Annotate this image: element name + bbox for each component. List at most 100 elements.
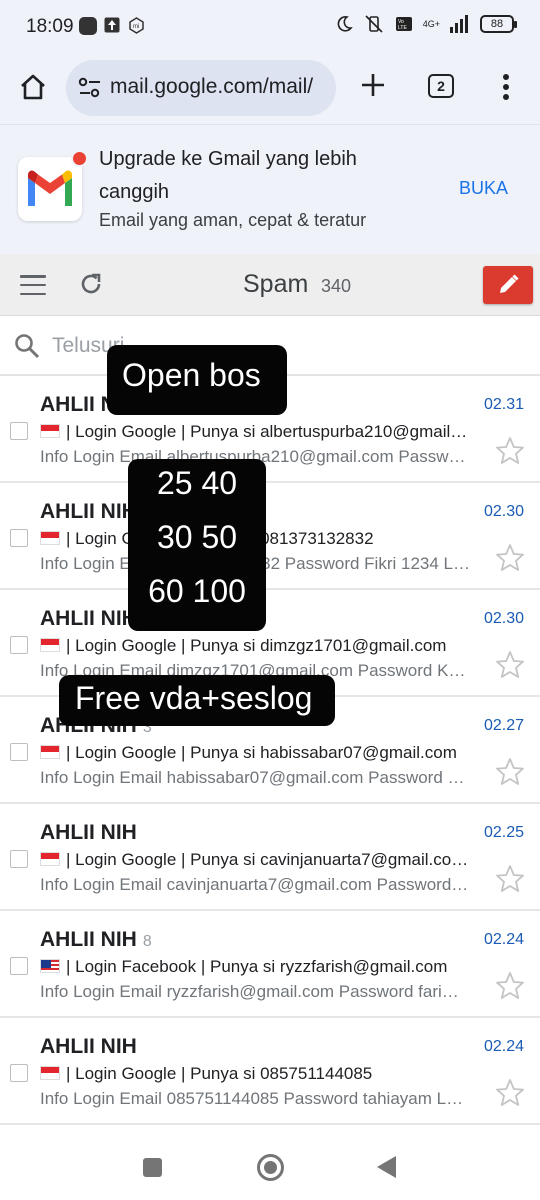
mail-item[interactable]: AHLII NIH 8 02.24 | Login Facebook | Puny… [0,911,540,1018]
network-type: 4G+ [422,18,440,29]
url-text: mail.google.com/mail/ [110,75,314,98]
address-bar[interactable]: mail.google.com/mail/ [66,60,336,116]
mail-sender: AHLII NIH [40,821,143,845]
mail-sender: AHLII NIH [40,1035,143,1059]
recents-button[interactable] [143,1158,162,1177]
price-line: 30 50 [156,519,238,555]
mail-sender: AHLII NIH 8 [40,928,152,952]
sender-name: AHLII NIH [40,607,137,630]
home-nav-button[interactable] [257,1154,284,1181]
indonesia-flag-icon [40,531,60,545]
mail-time: 02.31 [483,396,524,413]
thread-count: 8 [142,933,152,950]
menu-dot [503,74,509,80]
tab-switcher-button[interactable]: 2 [428,74,454,98]
star-icon[interactable] [495,436,525,466]
mail-time: 02.25 [483,824,524,841]
indonesia-flag-icon [40,1066,60,1080]
subject-text: | Login Facebook | Punya si ryzzfarish@g… [66,957,448,976]
mail-subject: | Login Google | Punya si habissabar07@g… [40,743,480,763]
mail-item[interactable]: AHLII NIH 02.24 | Login Google | Punya s… [0,1018,540,1125]
mail-subject: | Login Facebook | Punya si ryzzfarish@g… [40,957,480,977]
refresh-icon[interactable] [78,271,104,297]
menu-dot [503,94,509,100]
mail-time: 02.27 [483,717,524,734]
star-icon[interactable] [495,1078,525,1108]
battery-level: 88 [490,18,504,30]
folder-title: Spam [243,270,309,298]
mail-time: 02.30 [483,610,524,627]
star-icon[interactable] [495,864,525,894]
do-not-disturb-moon-icon [337,16,353,32]
status-bar: 18:09 mi Vo LTE 4G+ 88 [0,0,540,54]
price-line: 25 40 [156,465,238,501]
gmail-m-icon [28,170,72,206]
menu-dot [503,84,509,90]
subject-text: | Login Google | Punya si albertuspurba2… [66,422,468,441]
hamburger-menu-icon[interactable] [20,275,46,295]
new-tab-button[interactable] [356,68,390,102]
overlay-free-text: Free vda+seslog [59,675,335,726]
mail-subject: | Login Google | Punya si dimzgz1701@gma… [40,636,480,656]
overlay-open-text: Open bos [107,345,287,415]
svg-text:mi: mi [133,24,139,30]
browser-menu-button[interactable] [496,70,516,104]
subject-text: | Login Google | Punya si cavinjanuarta7… [66,850,469,869]
malaysia-flag-icon [40,959,60,973]
mail-item[interactable]: AHLII NIH 02.25 | Login Google | Punya s… [0,804,540,911]
mail-subject: | Login Google | Punya si 085751144085 [40,1064,480,1084]
mail-snippet: Info Login Email cavinjanuarta7@gmail.co… [40,875,469,894]
mail-snippet: Info Login Email ryzzfarish@gmail.com Pa… [40,982,459,1001]
battery-indicator: 88 [480,15,517,33]
signal-icon [450,15,468,33]
gmail-header: Spam 340 [0,254,540,316]
mail-time: 02.24 [483,1038,524,1055]
sender-name: AHLII NIH [40,500,137,523]
mail-time: 02.30 [483,503,524,520]
site-settings-icon[interactable] [78,77,102,99]
sender-name: AHLII NIH [40,1035,137,1058]
notification-dot [71,150,88,167]
star-icon[interactable] [495,650,525,680]
select-checkbox[interactable] [10,529,28,547]
vibrate-off-icon [365,15,383,33]
system-nav-bar [0,1128,540,1200]
app-notification-icon [79,17,97,35]
select-checkbox[interactable] [10,422,28,440]
open-app-button[interactable]: BUKA [459,178,508,199]
home-button[interactable] [14,68,52,106]
indonesia-flag-icon [40,852,60,866]
gmail-app-promo: Upgrade ke Gmail yang lebih canggih Emai… [0,124,540,254]
star-icon[interactable] [495,543,525,573]
gmail-logo [18,157,82,221]
indonesia-flag-icon [40,745,60,759]
mail-snippet: Info Login Email habissabar07@gmail.com … [40,768,465,787]
promo-title: Upgrade ke Gmail yang lebih canggih [99,148,357,203]
mail-item[interactable]: AHLII NIH 02.30 | Login Google | Punya s… [0,483,540,590]
star-icon[interactable] [495,971,525,1001]
mail-subject: | Login Google | Punya si cavinjanuarta7… [40,850,480,870]
promo-subtitle: Email yang aman, cepat & teratur [99,210,367,230]
plus-icon [362,74,384,96]
status-icons: Vo LTE 4G+ 88 [335,14,517,34]
sender-name: AHLII NIH [40,928,137,951]
select-checkbox[interactable] [10,850,28,868]
upload-notification-icon [104,17,120,33]
search-icon [15,334,40,359]
home-icon [21,74,45,100]
select-checkbox[interactable] [10,957,28,975]
mi-notification-icon: mi [129,17,144,34]
indonesia-flag-icon [40,638,60,652]
folder-count: 340 [321,276,352,296]
compose-button[interactable] [483,266,533,304]
overlay-price-list: 25 40 30 50 60 100 [128,459,266,631]
price-line: 60 100 [148,573,246,609]
sender-name: AHLII NIH [40,821,137,844]
mail-subject: | Login Google | Punya si albertuspurba2… [40,422,480,442]
star-icon[interactable] [495,757,525,787]
select-checkbox[interactable] [10,743,28,761]
select-checkbox[interactable] [10,636,28,654]
select-checkbox[interactable] [10,1064,28,1082]
browser-toolbar: mail.google.com/mail/ 2 [0,54,540,124]
back-button[interactable] [377,1156,396,1178]
